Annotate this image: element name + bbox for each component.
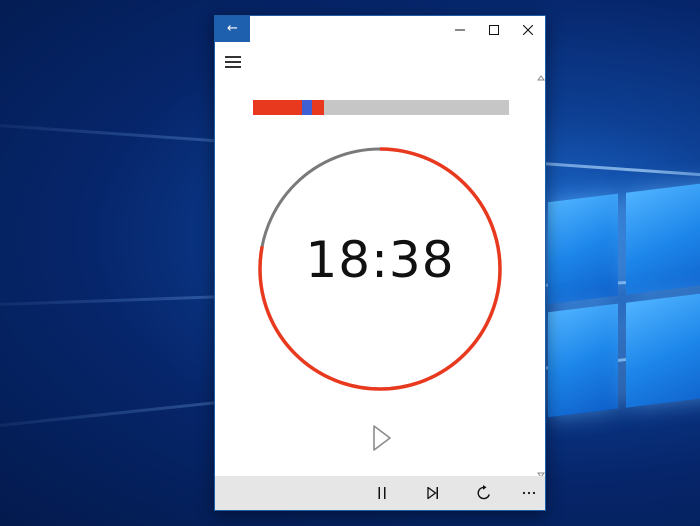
windows-logo-pane bbox=[626, 289, 700, 408]
maximize-icon bbox=[489, 24, 499, 35]
bottom-command-bar bbox=[215, 476, 545, 510]
reset-button[interactable] bbox=[469, 476, 499, 510]
pause-icon bbox=[378, 486, 386, 499]
title-bar[interactable]: ← bbox=[215, 16, 545, 42]
back-button[interactable]: ← bbox=[215, 16, 250, 42]
minimize-icon bbox=[455, 29, 465, 30]
reset-icon bbox=[477, 484, 490, 499]
play-icon bbox=[373, 425, 391, 451]
scrollbar[interactable] bbox=[537, 74, 545, 479]
windows-logo-pane bbox=[548, 193, 618, 305]
progress-bar bbox=[253, 100, 509, 115]
close-button[interactable] bbox=[511, 16, 545, 42]
close-icon bbox=[522, 24, 534, 35]
timer-app-window: ← 18:38 bbox=[214, 15, 546, 511]
windows-logo-pane bbox=[548, 303, 618, 418]
more-options-button[interactable] bbox=[514, 476, 544, 510]
minimize-button[interactable] bbox=[443, 16, 477, 42]
arrow-left-icon: ← bbox=[227, 21, 238, 36]
time-display: 18:38 bbox=[305, 231, 455, 289]
hamburger-menu-icon[interactable] bbox=[225, 56, 241, 68]
scroll-up-arrow-icon[interactable] bbox=[537, 75, 545, 81]
skip-next-icon bbox=[427, 485, 438, 500]
skip-next-button[interactable] bbox=[418, 476, 448, 510]
play-button[interactable] bbox=[365, 421, 395, 455]
windows-logo-pane bbox=[626, 179, 700, 295]
more-icon bbox=[522, 491, 536, 494]
progress-marker bbox=[301, 100, 312, 115]
windows-logo bbox=[548, 178, 700, 443]
progress-fill bbox=[253, 100, 324, 115]
pause-button[interactable] bbox=[367, 476, 397, 510]
maximize-button[interactable] bbox=[477, 16, 511, 42]
